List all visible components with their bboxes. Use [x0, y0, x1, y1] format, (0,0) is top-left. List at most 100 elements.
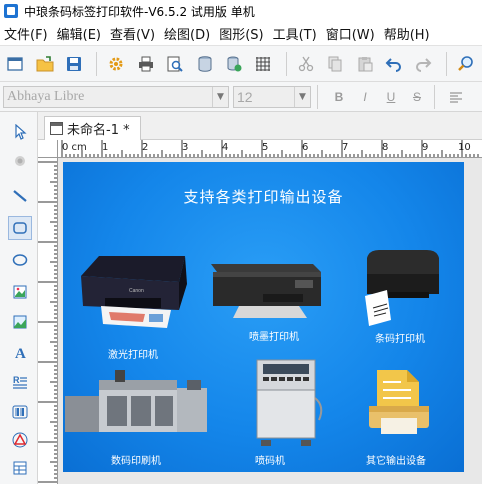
picture-icon: [13, 285, 27, 299]
settings-button[interactable]: [103, 50, 129, 78]
copy-button[interactable]: [322, 50, 348, 78]
toolbar-separator: [317, 84, 318, 109]
rich-text-tool[interactable]: R: [8, 370, 32, 394]
font-name-combo[interactable]: ▼: [3, 85, 229, 108]
bold-button[interactable]: B: [328, 86, 350, 108]
design-canvas-area[interactable]: 支持各类打印输出设备 Canon 激光打印机 喷墨打印机 条码打印机 数码印刷机…: [58, 158, 482, 484]
open-button[interactable]: [31, 50, 57, 78]
other-devices-caption[interactable]: 其它输出设备: [366, 452, 426, 467]
menu-file[interactable]: 文件(F): [0, 24, 53, 43]
paste-button[interactable]: [351, 50, 377, 78]
align-left-button[interactable]: [445, 86, 467, 108]
select-tool[interactable]: [8, 120, 32, 144]
pan-tool[interactable]: [8, 148, 32, 172]
print-preview-icon: [167, 56, 183, 72]
tab-document[interactable]: 未命名-1 *: [44, 116, 141, 140]
label-canvas[interactable]: 支持各类打印输出设备 Canon 激光打印机 喷墨打印机 条码打印机 数码印刷机…: [63, 162, 464, 472]
grid-button[interactable]: [250, 50, 276, 78]
other-devices-image[interactable]: [363, 366, 435, 440]
font-size-combo[interactable]: ▼: [233, 85, 311, 108]
ruler-mark: 7: [342, 142, 349, 153]
background-image-tool[interactable]: [8, 310, 32, 334]
inkjet-coder-caption[interactable]: 喷码机: [255, 452, 285, 467]
rich-text-icon: R: [13, 375, 27, 389]
zoom-button[interactable]: [453, 50, 479, 78]
zoom-icon: [457, 55, 473, 71]
table-icon: [13, 461, 27, 475]
strikethrough-button[interactable]: S: [406, 86, 428, 108]
hand-icon: [15, 156, 25, 166]
digital-press-image[interactable]: [63, 366, 215, 446]
chevron-down-icon[interactable]: ▼: [294, 86, 310, 107]
undo-icon: [385, 57, 401, 72]
svg-text:Canon: Canon: [129, 288, 144, 294]
barcode-tool[interactable]: [8, 400, 32, 424]
laser-printer-image[interactable]: Canon: [75, 248, 193, 334]
ruler-unit-label: 0 cm: [62, 142, 87, 153]
ruler-corner: [38, 140, 58, 158]
menu-help[interactable]: 帮助(H): [380, 24, 435, 43]
app-logo-icon: [4, 4, 18, 18]
ruler-mark: 10: [458, 142, 471, 153]
document-tab-bar: 未命名-1 *: [38, 112, 482, 140]
shape-tool[interactable]: [8, 428, 32, 452]
menu-draw[interactable]: 绘图(D): [160, 24, 215, 43]
database-settings-button[interactable]: [221, 50, 247, 78]
menu-shape[interactable]: 图形(S): [215, 24, 268, 43]
horizontal-ruler[interactable]: 0 cm 1 2 3 4 5 6 7 8 9 10: [58, 140, 482, 158]
save-button[interactable]: [61, 50, 87, 78]
barcode-printer-image[interactable]: [357, 248, 447, 328]
ellipse-tool[interactable]: [8, 248, 32, 272]
menu-tools[interactable]: 工具(T): [269, 24, 322, 43]
redo-button[interactable]: [410, 50, 436, 78]
menu-view[interactable]: 查看(V): [106, 24, 160, 43]
text-tool[interactable]: A: [8, 340, 32, 364]
underline-button[interactable]: U: [380, 86, 402, 108]
inkjet-printer-image[interactable]: [203, 258, 329, 324]
ruler-mark: 1: [102, 142, 109, 153]
inkjet-coder-image[interactable]: [249, 356, 327, 448]
toolbar-separator: [96, 51, 98, 76]
cut-button[interactable]: [293, 50, 319, 78]
database-icon: [198, 55, 212, 72]
print-icon: [138, 56, 153, 71]
rectangle-tool[interactable]: [8, 216, 32, 240]
italic-button[interactable]: I: [354, 86, 376, 108]
inkjet-printer-caption[interactable]: 喷墨打印机: [249, 328, 299, 343]
ruler-mark: 4: [222, 142, 229, 153]
main-toolbar: [0, 46, 482, 82]
line-tool[interactable]: [8, 184, 32, 208]
print-preview-button[interactable]: [162, 50, 188, 78]
toolbar-separator: [285, 51, 287, 76]
ruler-mark: 5: [262, 142, 269, 153]
toolbar-separator: [445, 51, 447, 76]
label-title-text[interactable]: 支持各类打印输出设备: [63, 186, 464, 207]
print-button[interactable]: [133, 50, 159, 78]
new-icon: [7, 56, 23, 71]
undo-button[interactable]: [381, 50, 407, 78]
barcode-printer-caption[interactable]: 条码打印机: [375, 330, 425, 345]
table-tool[interactable]: [8, 456, 32, 480]
new-button[interactable]: [2, 50, 28, 78]
ruler-mark: 3: [182, 142, 189, 153]
toolbar-separator: [434, 84, 435, 109]
laser-printer-caption[interactable]: 激光打印机: [108, 346, 158, 361]
digital-press-caption[interactable]: 数码印刷机: [111, 452, 161, 467]
save-icon: [67, 56, 82, 71]
font-name-input[interactable]: [4, 86, 210, 107]
toolbox: A R: [0, 112, 38, 484]
font-size-input[interactable]: [234, 86, 292, 107]
image-tool[interactable]: [8, 280, 32, 304]
ellipse-icon: [12, 254, 28, 266]
redo-icon: [416, 57, 432, 72]
font-toolbar: ▼ ▼ B I U S: [0, 82, 482, 112]
menu-bar: 文件(F) 编辑(E) 查看(V) 绘图(D) 图形(S) 工具(T) 窗口(W…: [0, 22, 482, 46]
database-button[interactable]: [191, 50, 217, 78]
ruler-mark: 6: [302, 142, 309, 153]
vertical-ruler[interactable]: [38, 158, 58, 484]
chevron-down-icon[interactable]: ▼: [212, 86, 228, 107]
menu-edit[interactable]: 编辑(E): [53, 24, 106, 43]
database-settings-icon: [227, 56, 242, 71]
menu-window[interactable]: 窗口(W): [322, 24, 380, 43]
landscape-icon: [13, 315, 27, 329]
